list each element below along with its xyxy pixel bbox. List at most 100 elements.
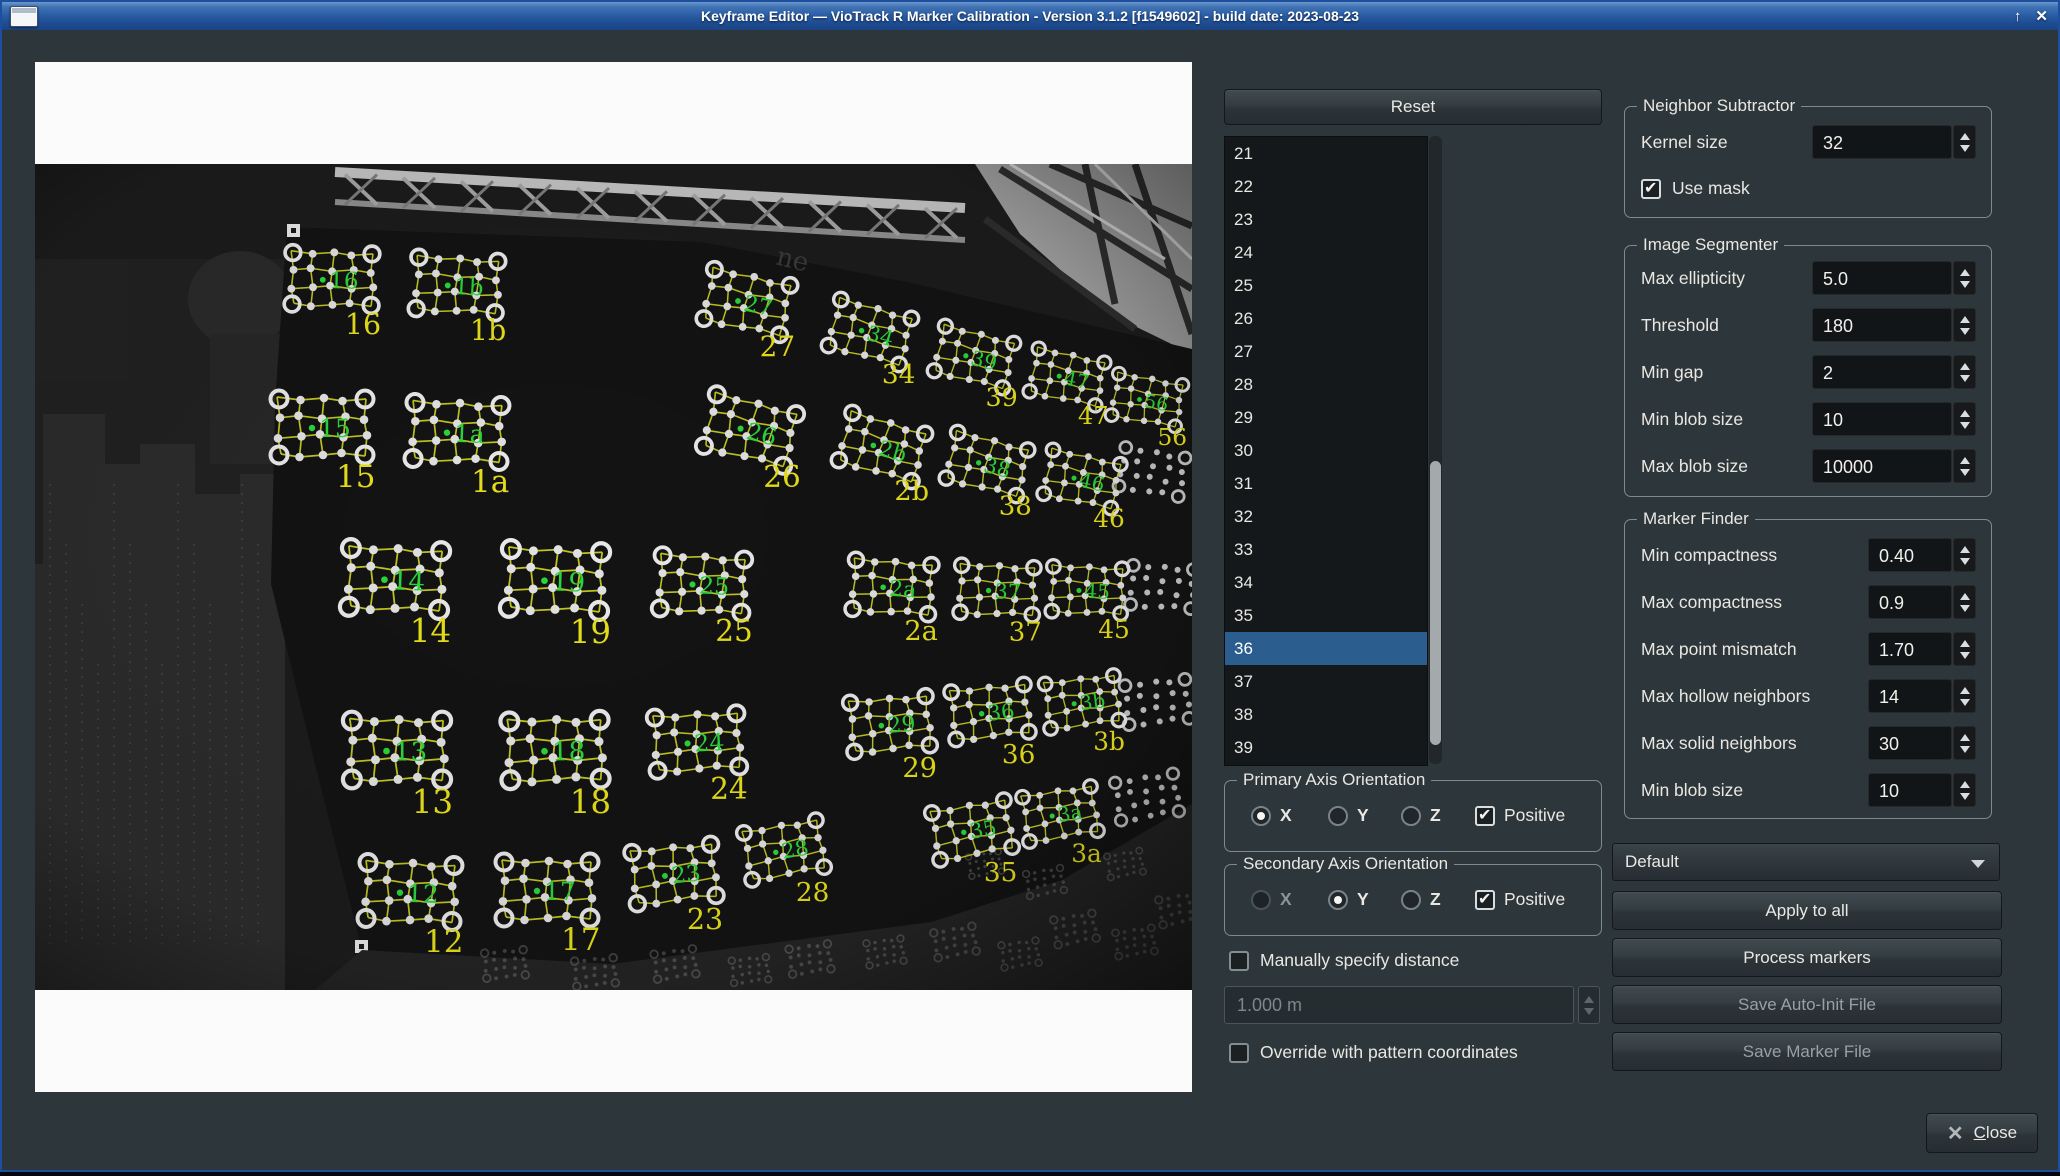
step-down-icon[interactable] — [1960, 281, 1970, 288]
process-markers-button[interactable]: Process markers — [1612, 938, 2002, 977]
use-mask-checkbox[interactable] — [1641, 179, 1661, 199]
axis-radio-x[interactable] — [1251, 890, 1271, 910]
frame-item-31[interactable]: 31 — [1225, 467, 1427, 500]
apply-to-all-button[interactable]: Apply to all — [1612, 891, 2002, 930]
axis-radio-y[interactable] — [1328, 890, 1348, 910]
step-down-icon[interactable] — [1584, 1008, 1594, 1015]
frame-item-38[interactable]: 38 — [1225, 698, 1427, 731]
step-up-icon[interactable] — [1960, 133, 1970, 140]
frame-item-39[interactable]: 39 — [1225, 731, 1427, 764]
step-up-icon[interactable] — [1960, 316, 1970, 323]
spinbox-value[interactable]: 2 — [1812, 355, 1952, 389]
spinbox-stepper[interactable] — [1953, 679, 1976, 713]
shade-window-icon[interactable]: ↑ — [2014, 8, 2022, 25]
step-down-icon[interactable] — [1960, 652, 1970, 659]
save-marker-file-button[interactable]: Save Marker File — [1612, 1032, 2002, 1071]
frame-item-22[interactable]: 22 — [1225, 170, 1427, 203]
manual-distance-checkbox[interactable] — [1229, 951, 1249, 971]
use-mask-label: Use mask — [1672, 178, 1750, 199]
spinbox-value[interactable]: 10000 — [1812, 449, 1952, 483]
positive-checkbox[interactable] — [1475, 806, 1495, 826]
spinbox-stepper[interactable] — [1953, 585, 1976, 619]
step-up-icon[interactable] — [1960, 363, 1970, 370]
frame-item-28[interactable]: 28 — [1225, 368, 1427, 401]
step-down-icon[interactable] — [1960, 793, 1970, 800]
frame-item-35[interactable]: 35 — [1225, 599, 1427, 632]
step-down-icon[interactable] — [1960, 145, 1970, 152]
step-up-icon[interactable] — [1960, 687, 1970, 694]
spinbox-stepper[interactable] — [1953, 402, 1976, 436]
close-button[interactable]: ✕ Close — [1926, 1113, 2038, 1153]
frame-item-33[interactable]: 33 — [1225, 533, 1427, 566]
title-bar[interactable]: Keyframe Editor — VioTrack R Marker Cali… — [2, 2, 2058, 30]
step-up-icon[interactable] — [1960, 410, 1970, 417]
override-checkbox[interactable] — [1229, 1043, 1249, 1063]
step-up-icon[interactable] — [1960, 781, 1970, 788]
close-window-icon[interactable]: ✕ — [2035, 7, 2048, 25]
frame-item-25[interactable]: 25 — [1225, 269, 1427, 302]
step-up-icon[interactable] — [1584, 996, 1594, 1003]
reset-button[interactable]: Reset — [1224, 89, 1602, 125]
spinbox-value[interactable]: 14 — [1868, 679, 1952, 713]
step-down-icon[interactable] — [1960, 422, 1970, 429]
frame-item-21[interactable]: 21 — [1225, 137, 1427, 170]
step-up-icon[interactable] — [1960, 640, 1970, 647]
manual-distance-row: Manually specify distance — [1229, 950, 1459, 971]
scrollbar-thumb[interactable] — [1430, 461, 1441, 745]
spinbox-stepper[interactable] — [1953, 355, 1976, 389]
axis-radio-x[interactable] — [1251, 806, 1271, 826]
step-up-icon[interactable] — [1960, 546, 1970, 553]
axis-radio-y[interactable] — [1328, 806, 1348, 826]
axis-radio-z[interactable] — [1401, 806, 1421, 826]
frame-item-24[interactable]: 24 — [1225, 236, 1427, 269]
spinbox-value[interactable]: 1.70 — [1868, 632, 1952, 666]
step-down-icon[interactable] — [1960, 328, 1970, 335]
step-down-icon[interactable] — [1960, 558, 1970, 565]
spinbox-stepper[interactable] — [1953, 125, 1976, 159]
distance-stepper[interactable] — [1578, 986, 1600, 1024]
frame-item-36[interactable]: 36 — [1225, 632, 1427, 665]
frame-item-27[interactable]: 27 — [1225, 335, 1427, 368]
step-down-icon[interactable] — [1960, 605, 1970, 612]
step-up-icon[interactable] — [1960, 457, 1970, 464]
spinbox-value[interactable]: 0.40 — [1868, 538, 1952, 572]
camera-image[interactable]: ne16161b1b2727343439394747565615151a1a26… — [35, 164, 1192, 990]
frame-item-34[interactable]: 34 — [1225, 566, 1427, 599]
spinbox-stepper[interactable] — [1953, 449, 1976, 483]
step-down-icon[interactable] — [1960, 375, 1970, 382]
frame-list-scrollbar[interactable] — [1429, 136, 1442, 764]
spinbox-value[interactable]: 5.0 — [1812, 261, 1952, 295]
spinbox-stepper[interactable] — [1953, 538, 1976, 572]
step-down-icon[interactable] — [1960, 746, 1970, 753]
spinbox-value[interactable]: 10 — [1868, 773, 1952, 807]
spinbox-value[interactable]: 180 — [1812, 308, 1952, 342]
step-up-icon[interactable] — [1960, 269, 1970, 276]
step-down-icon[interactable] — [1960, 469, 1970, 476]
step-down-icon[interactable] — [1960, 699, 1970, 706]
distance-input[interactable]: 1.000 m — [1224, 986, 1574, 1024]
step-up-icon[interactable] — [1960, 734, 1970, 741]
spinbox-stepper[interactable] — [1953, 261, 1976, 295]
frame-item-26[interactable]: 26 — [1225, 302, 1427, 335]
frame-item-23[interactable]: 23 — [1225, 203, 1427, 236]
positive-checkbox[interactable] — [1475, 890, 1495, 910]
spinbox-value[interactable]: 32 — [1812, 125, 1952, 159]
spinbox-stepper[interactable] — [1953, 308, 1976, 342]
image-viewer[interactable]: ne16161b1b2727343439394747565615151a1a26… — [35, 62, 1192, 1092]
save-auto-init-button[interactable]: Save Auto-Init File — [1612, 985, 2002, 1024]
spinbox-value[interactable]: 10 — [1812, 402, 1952, 436]
frame-item-37[interactable]: 37 — [1225, 665, 1427, 698]
frame-list[interactable]: 21222324252627282930313233343536373839 — [1224, 136, 1428, 766]
frame-item-32[interactable]: 32 — [1225, 500, 1427, 533]
spinbox-value[interactable]: 0.9 — [1868, 585, 1952, 619]
frame-item-29[interactable]: 29 — [1225, 401, 1427, 434]
spinbox-stepper[interactable] — [1953, 726, 1976, 760]
step-up-icon[interactable] — [1960, 593, 1970, 600]
preset-dropdown[interactable]: Default — [1612, 843, 2000, 881]
marker-finder-group: Marker Finder Min compactness0.40Max com… — [1624, 519, 1992, 819]
spinbox-stepper[interactable] — [1953, 773, 1976, 807]
spinbox-stepper[interactable] — [1953, 632, 1976, 666]
spinbox-value[interactable]: 30 — [1868, 726, 1952, 760]
frame-item-30[interactable]: 30 — [1225, 434, 1427, 467]
axis-radio-z[interactable] — [1401, 890, 1421, 910]
